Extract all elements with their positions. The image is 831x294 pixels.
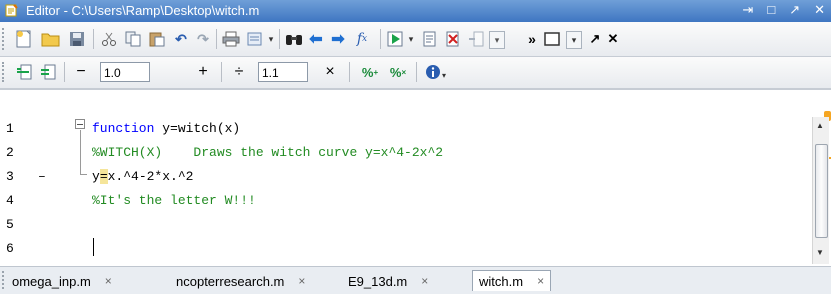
toolbar-dock-arrow-icon[interactable]: ↗	[588, 29, 602, 49]
uncomment-icon[interactable]: % ×	[386, 62, 410, 82]
forward-arrow-icon[interactable]: ➡	[328, 29, 348, 49]
breakpoint-marker[interactable]: –	[38, 169, 46, 184]
save-icon[interactable]	[67, 29, 87, 49]
function-browser-icon[interactable]: fx	[350, 29, 374, 49]
undo-icon[interactable]: ↶	[171, 29, 191, 49]
window-layout-icon[interactable]	[542, 29, 562, 49]
document-tab-bar: omega_inp.m × ncopterresearch.m × E9_13d.m…	[0, 266, 831, 294]
decrement-value-field[interactable]: 1.0	[100, 62, 150, 82]
tab-close-icon[interactable]: ×	[298, 274, 305, 288]
cut-icon[interactable]	[99, 29, 119, 49]
code-editor[interactable]: 1 2 3 – 4 5 6 function y=witch(x) %WITCH…	[0, 89, 831, 265]
divide-value-field[interactable]: 1.1	[258, 62, 308, 82]
undock-icon[interactable]: ⇥	[742, 2, 753, 18]
help-dropdown-arrow-icon[interactable]: ▾	[440, 70, 448, 80]
tab-witch[interactable]: witch.m ×	[472, 270, 552, 291]
maximize-icon[interactable]: □	[767, 2, 775, 18]
line-number: 6	[6, 241, 14, 256]
editor-app-icon	[5, 4, 18, 17]
toolbar-close-icon[interactable]: ✕	[606, 29, 620, 49]
toolbar-grip[interactable]	[2, 28, 8, 50]
line-number: 4	[6, 193, 14, 208]
stack-dropdown[interactable]: ▾	[489, 31, 505, 49]
comment-icon[interactable]: % +	[358, 62, 382, 82]
cell-toolbar: − 1.0 + ÷ 1.1 × % + % × ▾	[0, 57, 831, 89]
find-files-icon[interactable]	[245, 29, 265, 49]
toolbar-overflow-button[interactable]: »	[525, 29, 539, 49]
redo-icon[interactable]: ↷	[193, 29, 213, 49]
decrement-button[interactable]: −	[74, 62, 88, 82]
line-number: 1	[6, 121, 14, 136]
highlighted-char: =	[99, 169, 108, 184]
tab-label: witch.m	[479, 273, 524, 289]
code-line-3[interactable]: y=x.^4-2*x.^2	[92, 169, 193, 184]
line-number-gutter: 1 2 3 – 4 5 6	[0, 90, 82, 265]
close-icon[interactable]: ✕	[814, 2, 825, 18]
tab-close-icon[interactable]: ×	[421, 274, 428, 288]
run-icon[interactable]	[385, 29, 405, 49]
layout-dropdown[interactable]: ▾	[566, 31, 582, 49]
tab-e9-13d[interactable]: E9_13d.m ×	[348, 271, 428, 291]
scrollbar-thumb[interactable]	[815, 144, 828, 238]
tab-ncopterresearch[interactable]: ncopterresearch.m ×	[176, 271, 305, 291]
window-titlebar: Editor - C:\Users\Ramp\Desktop\witch.m ⇥…	[0, 0, 831, 22]
tab-omega-inp[interactable]: omega_inp.m ×	[12, 271, 112, 291]
line-number: 3	[6, 169, 14, 184]
paste-icon[interactable]	[147, 29, 167, 49]
scroll-up-arrow-icon[interactable]: ▲	[816, 121, 824, 130]
new-file-icon[interactable]	[14, 29, 34, 49]
text-cursor	[93, 238, 94, 256]
run-dropdown-arrow-icon[interactable]: ▾	[406, 31, 416, 47]
cell-mode-icon[interactable]	[38, 62, 58, 82]
divide-button[interactable]: ÷	[232, 62, 246, 82]
window-title: Editor - C:\Users\Ramp\Desktop\witch.m	[26, 3, 260, 18]
main-toolbar: ↶ ↷ ▾ ⬅ ➡ fx ▾ ▾ » ▾ ↗ ✕	[0, 22, 831, 57]
clear-breakpoints-icon[interactable]	[443, 29, 463, 49]
tabbar-grip[interactable]	[2, 271, 8, 289]
tab-close-icon[interactable]: ×	[105, 274, 112, 288]
scroll-down-arrow-icon[interactable]: ▼	[816, 248, 824, 257]
code-line-4[interactable]: %It's the letter W!!!	[92, 193, 256, 208]
tab-close-icon[interactable]: ×	[537, 274, 544, 288]
dropdown-arrow-icon[interactable]: ▾	[266, 31, 276, 47]
insert-cell-divider-icon[interactable]	[14, 62, 34, 82]
tab-label: omega_inp.m	[12, 273, 91, 289]
code-text: y	[92, 169, 100, 184]
increment-button[interactable]: +	[196, 62, 210, 82]
code-line-2[interactable]: %WITCH(X) Draws the witch curve y=x^4-2x…	[92, 145, 443, 160]
set-breakpoint-icon[interactable]	[420, 29, 440, 49]
tab-label: E9_13d.m	[348, 273, 408, 289]
line-number: 2	[6, 145, 14, 160]
print-icon[interactable]	[221, 29, 241, 49]
code-text: x.^4-2*x.^2	[107, 169, 194, 184]
binoculars-icon[interactable]	[284, 29, 304, 49]
tab-label: ncopterresearch.m	[176, 273, 285, 289]
line-number: 5	[6, 217, 14, 232]
code-line-1[interactable]: function y=witch(x)	[92, 121, 240, 136]
function-signature: y=witch(x)	[154, 121, 241, 136]
multiply-button[interactable]: ×	[323, 62, 337, 82]
fold-guide-line	[80, 130, 81, 174]
dock-arrow-icon[interactable]: ↗	[789, 2, 800, 18]
open-folder-icon[interactable]	[40, 29, 62, 49]
toolbar-grip-2[interactable]	[2, 62, 8, 82]
step-icon[interactable]	[466, 29, 486, 49]
code-fold-toggle[interactable]	[75, 119, 85, 129]
vertical-scrollbar[interactable]: ▲ ▼	[812, 117, 829, 264]
back-arrow-icon[interactable]: ⬅	[306, 29, 326, 49]
copy-icon[interactable]	[123, 29, 143, 49]
keyword-function: function	[92, 121, 155, 136]
fold-guide-end	[80, 174, 87, 175]
